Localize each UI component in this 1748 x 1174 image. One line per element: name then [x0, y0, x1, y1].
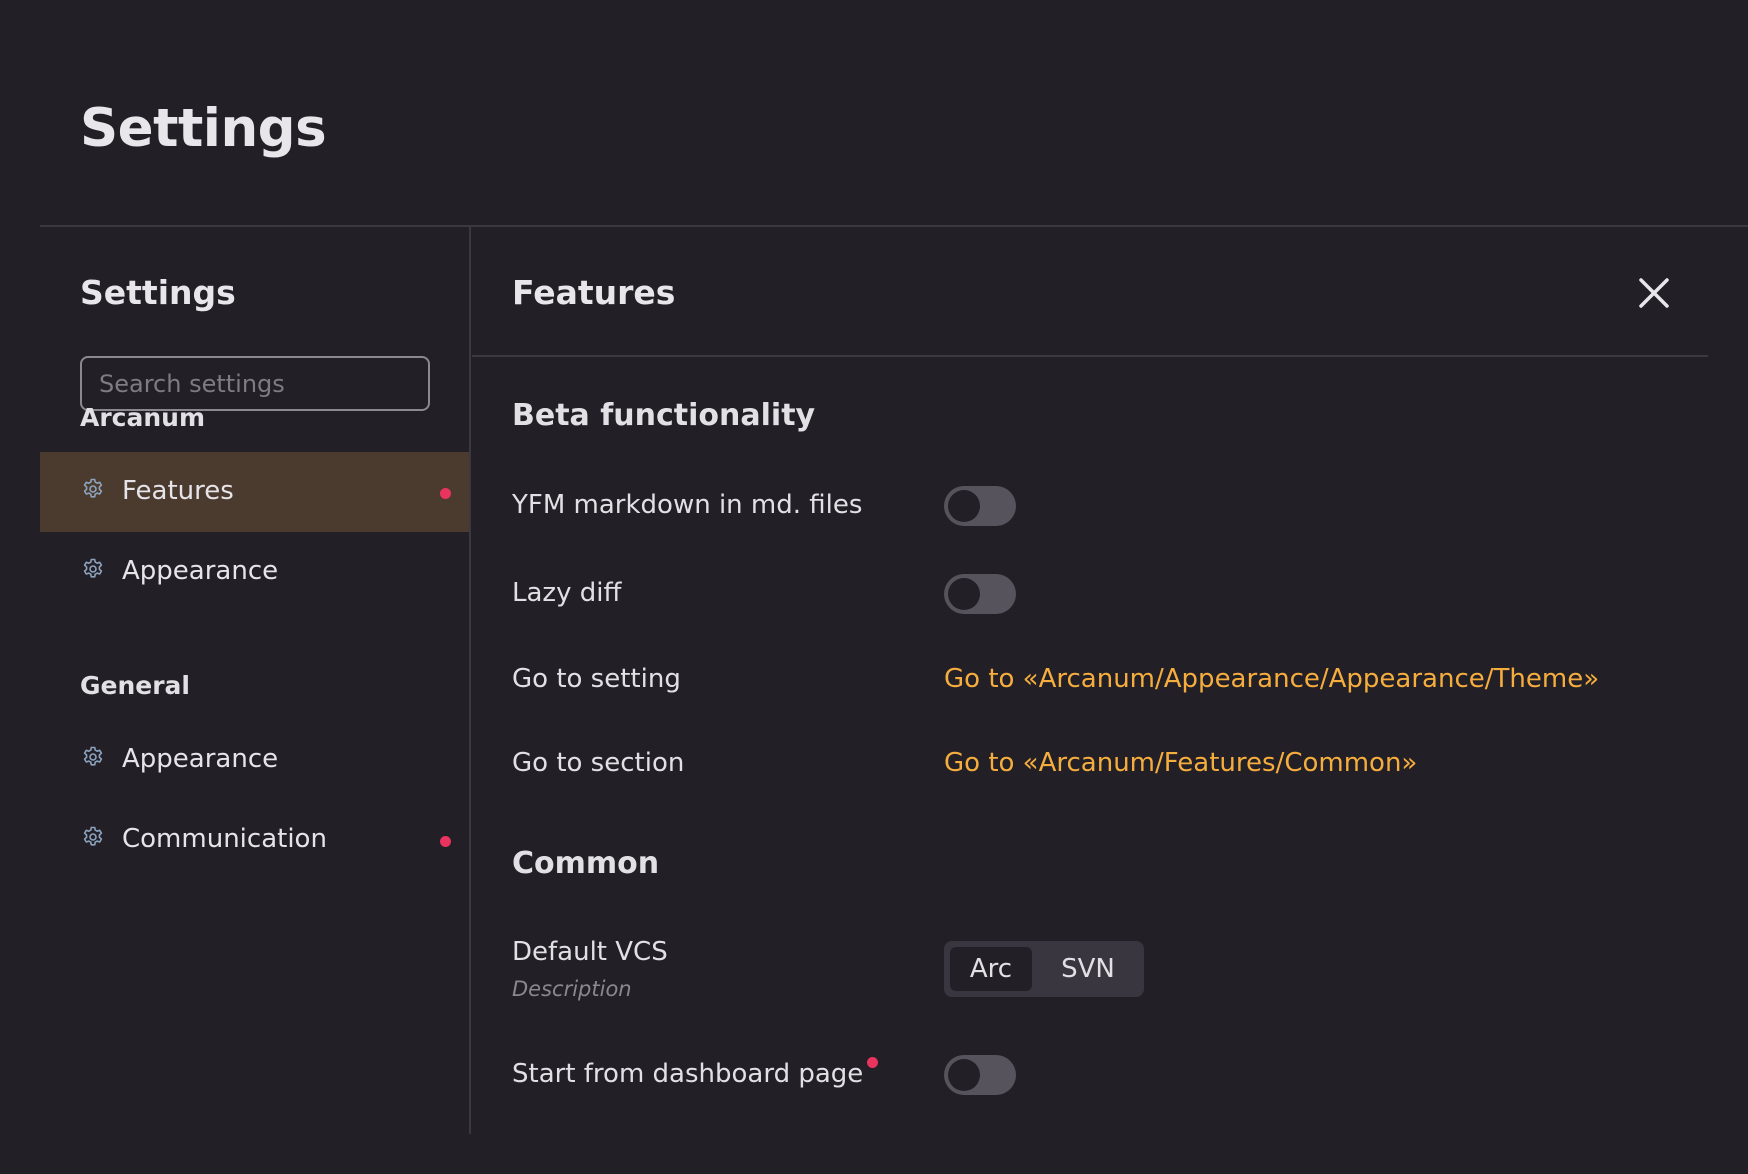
settings-sidebar: Settings Arcanum Features Appearance Gen… — [40, 227, 471, 1134]
start-dashboard-toggle[interactable] — [944, 1055, 1016, 1095]
page-title: Settings — [80, 98, 327, 159]
yfm-markdown-toggle[interactable] — [944, 486, 1016, 526]
sidebar-item-general-appearance[interactable]: Appearance — [40, 720, 469, 800]
setting-label-go-to-section: Go to section — [512, 748, 685, 778]
main-title: Features — [512, 273, 676, 312]
setting-row-start-dashboard: Start from dashboard page — [512, 1057, 879, 1089]
close-icon — [1639, 278, 1669, 308]
gear-icon — [80, 476, 106, 502]
setting-label-default-vcs: Default VCS — [512, 937, 668, 967]
setting-label-go-to-setting: Go to setting — [512, 664, 681, 694]
toggle-knob — [948, 1059, 980, 1091]
group-title-arcanum: Arcanum — [80, 403, 206, 432]
unsaved-dot — [867, 1057, 879, 1068]
sidebar-item-general-communication[interactable]: Communication — [40, 800, 469, 880]
sidebar-item-arcanum-features[interactable]: Features — [40, 452, 469, 532]
main-header: Features — [472, 227, 1708, 357]
lazy-diff-toggle[interactable] — [944, 574, 1016, 614]
default-vcs-segmented-control: Arc SVN — [944, 941, 1144, 997]
sidebar-title: Settings — [80, 273, 236, 312]
setting-label-start-dashboard: Start from dashboard page — [512, 1059, 864, 1089]
sidebar-item-label: Features — [122, 476, 234, 506]
group-title-general: General — [80, 671, 190, 700]
settings-main-panel: Features Beta functionality YFM markdown… — [472, 227, 1708, 1134]
section-title-beta: Beta functionality — [512, 398, 816, 433]
toggle-knob — [948, 490, 980, 522]
setting-label-yfm: YFM markdown in md. files — [512, 490, 863, 520]
go-to-section-link[interactable]: Go to «Arcanum/Features/Common» — [944, 748, 1417, 778]
gear-icon — [80, 744, 106, 770]
go-to-setting-link[interactable]: Go to «Arcanum/Appearance/Appearance/The… — [944, 664, 1599, 694]
setting-label-lazy-diff: Lazy diff — [512, 578, 622, 608]
toggle-knob — [948, 578, 980, 610]
unsaved-dot — [440, 836, 451, 847]
gear-icon — [80, 556, 106, 582]
vcs-option-arc[interactable]: Arc — [950, 947, 1032, 991]
sidebar-item-label: Appearance — [122, 744, 279, 774]
setting-description-default-vcs: Description — [512, 977, 632, 1001]
unsaved-dot — [440, 488, 451, 499]
section-title-common: Common — [512, 846, 660, 881]
vcs-option-svn[interactable]: SVN — [1038, 947, 1138, 991]
sidebar-item-label: Appearance — [122, 556, 279, 586]
sidebar-item-arcanum-appearance[interactable]: Appearance — [40, 532, 469, 612]
close-button[interactable] — [1632, 271, 1676, 315]
sidebar-item-label: Communication — [122, 824, 327, 854]
gear-icon — [80, 824, 106, 850]
